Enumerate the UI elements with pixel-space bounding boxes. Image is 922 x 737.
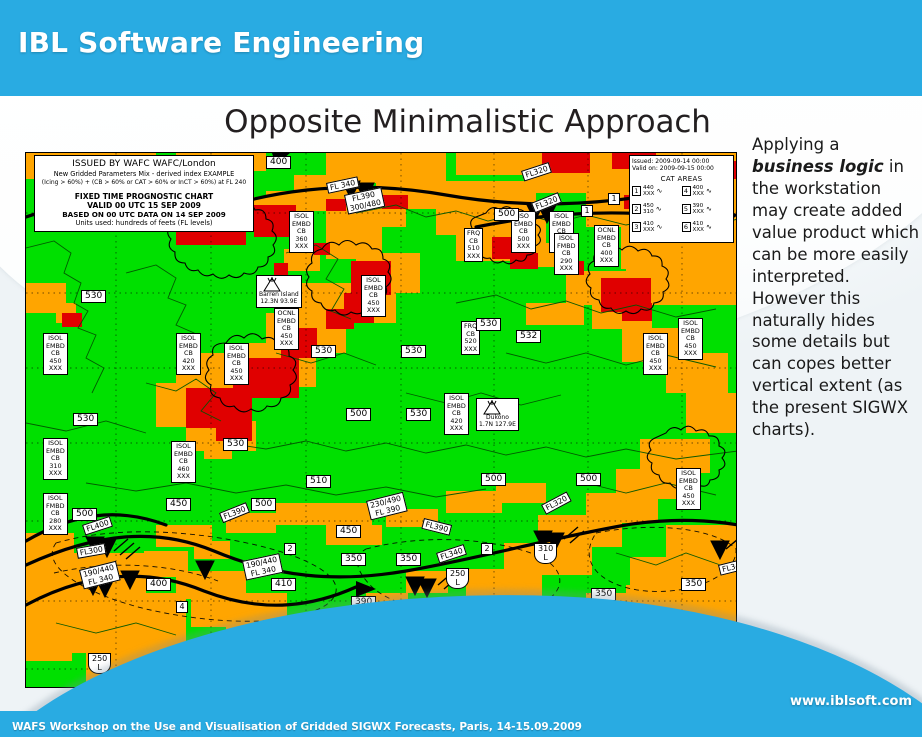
- page-title: Opposite Minimalistic Approach: [224, 104, 711, 140]
- footer-conference: WAFS Workshop on the Use and Visualisati…: [12, 721, 582, 733]
- body-paragraph: Applying a business logic in the worksta…: [752, 134, 920, 441]
- cb-annotation-box: ISOL EMBD CB 450 XXX: [676, 468, 701, 510]
- cb-annotation-box: OCNL EMBD CB 400 XXX: [594, 225, 619, 267]
- cat-legend-index: 5: [681, 204, 691, 215]
- cat-legend-index: 4: [681, 186, 691, 197]
- cat-legend-values: 450 310: [643, 202, 654, 216]
- flight-level-label: 500: [576, 473, 602, 487]
- flight-level-label: 500: [494, 208, 520, 222]
- turbulence-symbol-icon: ∿: [706, 223, 712, 232]
- chart-issued-by: ISSUED BY WAFC WAFC/London: [72, 159, 216, 169]
- flight-level-label: 530: [311, 345, 337, 359]
- legend-title: CAT AREAS: [660, 175, 703, 183]
- flight-level-label: 530: [81, 290, 107, 304]
- cat-legend-values: 390 XXX: [692, 202, 705, 216]
- cat-legend-index: 6: [681, 222, 691, 233]
- turbulence-symbol-icon: ∿: [655, 205, 662, 214]
- body-part1: Applying a: [752, 135, 840, 154]
- chart-info-box: ISSUED BY WAFC WAFC/London New Gridded P…: [34, 155, 254, 232]
- flight-level-label: 400: [266, 156, 292, 170]
- brand-title: IBL Software Engineering: [18, 26, 425, 59]
- cat-area-number: 1: [581, 205, 594, 218]
- cb-annotation-box: ISOL FMBD CB 290 XXX: [554, 233, 579, 275]
- chart-index-formula: (Icing > 60%) + (CB > 60% or CAT > 60% o…: [41, 179, 247, 186]
- volcano-coord: 1.7N 127.9E: [479, 420, 516, 428]
- flight-level-label: 400: [146, 578, 172, 592]
- cat-legend-cell: 5 390 XXX ∿: [681, 202, 732, 216]
- cat-area-number: 4: [176, 601, 189, 614]
- cat-legend-cell: 6 410 XXX ∿: [681, 220, 732, 234]
- turbulence-symbol-icon: ∿: [656, 187, 663, 196]
- volcano-annotation: Barren Island 12.3N 93.9E: [256, 275, 302, 308]
- flight-level-label: 530: [476, 318, 502, 332]
- turbulence-symbol-icon: ∿: [656, 223, 663, 232]
- flight-level-label: 530: [401, 345, 427, 359]
- chart-based-on: BASED ON 00 UTC DATA ON 14 SEP 2009: [62, 210, 226, 219]
- cat-area-number: 2: [284, 543, 297, 556]
- turbulence-symbol-icon: ∿: [706, 187, 712, 196]
- flight-level-label: 530: [406, 408, 432, 422]
- slide-root: IBL Software Engineering Opposite Minima…: [0, 0, 922, 737]
- chart-valid: VALID 00 UTC 15 SEP 2009: [87, 201, 201, 210]
- cb-annotation-box: ISOL EMBD CB 420 XXX: [176, 333, 201, 375]
- flight-level-label: 450: [166, 498, 192, 512]
- volcano-annotation: Dukono 1.7N 127.9E: [476, 398, 519, 431]
- cat-area-number: 2: [481, 543, 494, 556]
- cb-annotation-box: ISOL EMBD CB 420 XXX: [444, 393, 469, 435]
- cat-legend-cell: 1 440 XXX ∿: [632, 185, 682, 198]
- cat-legend-values: 410 XXX: [643, 220, 655, 234]
- cb-annotation-box: ISOL EMBD CB 450 XXX: [361, 275, 386, 317]
- cb-annotation-box: ISOL EMBD CB 450 XXX: [43, 333, 68, 375]
- flight-level-label: 500: [72, 508, 98, 522]
- body-emphasis: business logic: [752, 156, 884, 176]
- body-part2: in the workstation may create added valu…: [752, 156, 920, 440]
- cb-annotation-box: ISOL FMBD CB 280 XXX: [43, 493, 68, 535]
- cat-legend-values: 440 XXX: [643, 185, 655, 198]
- flight-level-label: 450: [336, 525, 362, 539]
- tropopause-low-label: 310 L: [534, 543, 558, 565]
- cb-annotation-box: ISOL EMBD CB 310 XXX: [43, 438, 68, 480]
- turbulence-symbol-icon: ∿: [706, 205, 712, 214]
- legend-issued: Issued: 2009-09-14 00:00: [632, 158, 710, 165]
- chart-params: New Gridded Parameters Mix - derived ind…: [53, 170, 235, 178]
- flight-level-label: 350: [681, 578, 707, 592]
- cat-legend-index: 1: [632, 186, 641, 197]
- volcano-icon: [263, 277, 281, 292]
- cb-annotation-box: ISOL EMBD CB 460 XXX: [171, 441, 196, 483]
- footer-url[interactable]: www.iblsoft.com: [790, 694, 912, 709]
- cat-legend-cell: 2 450 310 ∿: [632, 203, 682, 216]
- flight-level-label: 500: [251, 498, 277, 512]
- flight-level-label: 350: [396, 553, 422, 567]
- cat-legend-values: 410 XXX: [692, 220, 705, 234]
- tropopause-low-label: 250 L: [446, 568, 470, 590]
- legend-valid: Valid on: 2009-09-15 00:00: [632, 165, 714, 172]
- flight-level-label: 532: [516, 330, 542, 344]
- cat-areas-legend: Issued: 2009-09-14 00:00 Valid on: 2009-…: [629, 155, 734, 243]
- cb-annotation-box: ISOL EMBD CB 450 XXX: [643, 333, 668, 375]
- cat-legend-index: 3: [632, 222, 641, 233]
- cb-annotation-box: OCNL EMBD CB 450 XXX: [274, 308, 299, 350]
- volcano-icon: [483, 400, 501, 415]
- chart-units: Units used: hundreds of feets (FL levels…: [75, 219, 213, 227]
- flight-level-label: 500: [481, 473, 507, 487]
- cb-annotation-box: FRQ CB 510 XXX: [464, 228, 484, 263]
- flight-level-label: 410: [271, 578, 297, 592]
- flight-level-label: 350: [341, 553, 367, 567]
- cat-legend-values: 400 XXX: [692, 185, 705, 198]
- flight-level-label: 530: [223, 438, 249, 452]
- legend-cell-grid: 1 440 XXX ∿ 4 400 XXX ∿ 2 450 310 ∿ 5 390 XXX ∿ 3 410 XXX ∿…: [632, 185, 731, 239]
- cb-annotation-box: ISOL EMBD CB 360 XXX: [289, 211, 314, 253]
- flight-level-label: 500: [346, 408, 372, 422]
- cat-legend-cell: 3 410 XXX ∿: [632, 221, 682, 234]
- chart-type: FIXED TIME PROGNOSTIC CHART: [74, 192, 214, 201]
- cat-legend-cell: 4 400 XXX ∿: [681, 185, 732, 198]
- flight-level-label: 510: [306, 475, 332, 489]
- cb-annotation-box: ISOL EMBD CB 450 XXX: [678, 318, 703, 360]
- cb-annotation-box: ISOL EMBD CB 450 XXX: [224, 343, 249, 385]
- flight-level-label: 530: [73, 413, 99, 427]
- cat-area-number: 1: [608, 193, 621, 206]
- cat-legend-index: 2: [632, 204, 641, 215]
- volcano-coord: 12.3N 93.9E: [260, 297, 298, 305]
